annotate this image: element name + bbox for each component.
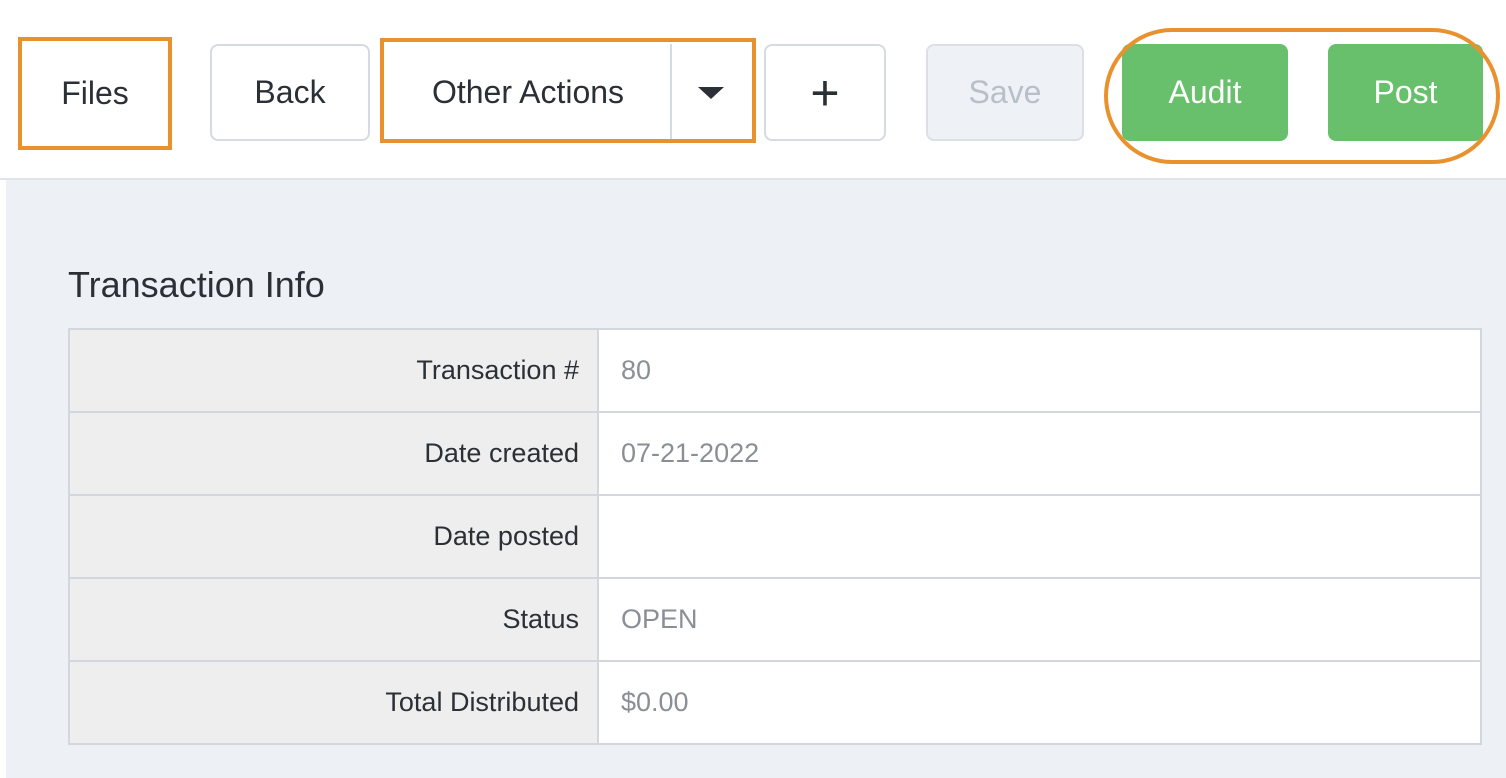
back-button[interactable]: Back xyxy=(210,44,370,141)
row-label: Status xyxy=(69,577,599,661)
row-value xyxy=(598,494,1481,578)
caret-down-icon xyxy=(698,86,724,99)
row-value: $0.00 xyxy=(598,660,1481,744)
row-label: Total Distributed xyxy=(69,660,599,744)
table-row: Date posted xyxy=(69,494,1481,578)
content-area: Transaction Info Transaction # 80 Date c… xyxy=(6,180,1506,778)
other-actions-label[interactable]: Other Actions xyxy=(386,44,670,141)
add-button[interactable]: + xyxy=(764,44,886,141)
row-value: 80 xyxy=(598,328,1481,412)
table-row: Status OPEN xyxy=(69,577,1481,661)
row-label: Date created xyxy=(69,411,599,495)
left-edge xyxy=(0,330,6,778)
table-row: Date created 07-21-2022 xyxy=(69,411,1481,495)
files-button[interactable]: Files xyxy=(24,42,166,144)
row-label: Date posted xyxy=(69,494,599,578)
row-value: 07-21-2022 xyxy=(598,411,1481,495)
row-value: OPEN xyxy=(598,577,1481,661)
transaction-info-table: Transaction # 80 Date created 07-21-2022… xyxy=(68,328,1482,745)
table-row: Transaction # 80 xyxy=(69,328,1481,412)
save-button[interactable]: Save xyxy=(926,44,1084,141)
other-actions-dropdown[interactable]: Other Actions xyxy=(386,44,750,141)
table-row: Total Distributed $0.00 xyxy=(69,660,1481,744)
audit-button[interactable]: Audit xyxy=(1122,44,1288,141)
section-title: Transaction Info xyxy=(68,264,325,305)
row-label: Transaction # xyxy=(69,328,599,412)
other-actions-toggle[interactable] xyxy=(670,44,750,141)
post-button[interactable]: Post xyxy=(1328,44,1483,141)
toolbar: Files Back Other Actions + Save Audit Po… xyxy=(0,0,1506,180)
